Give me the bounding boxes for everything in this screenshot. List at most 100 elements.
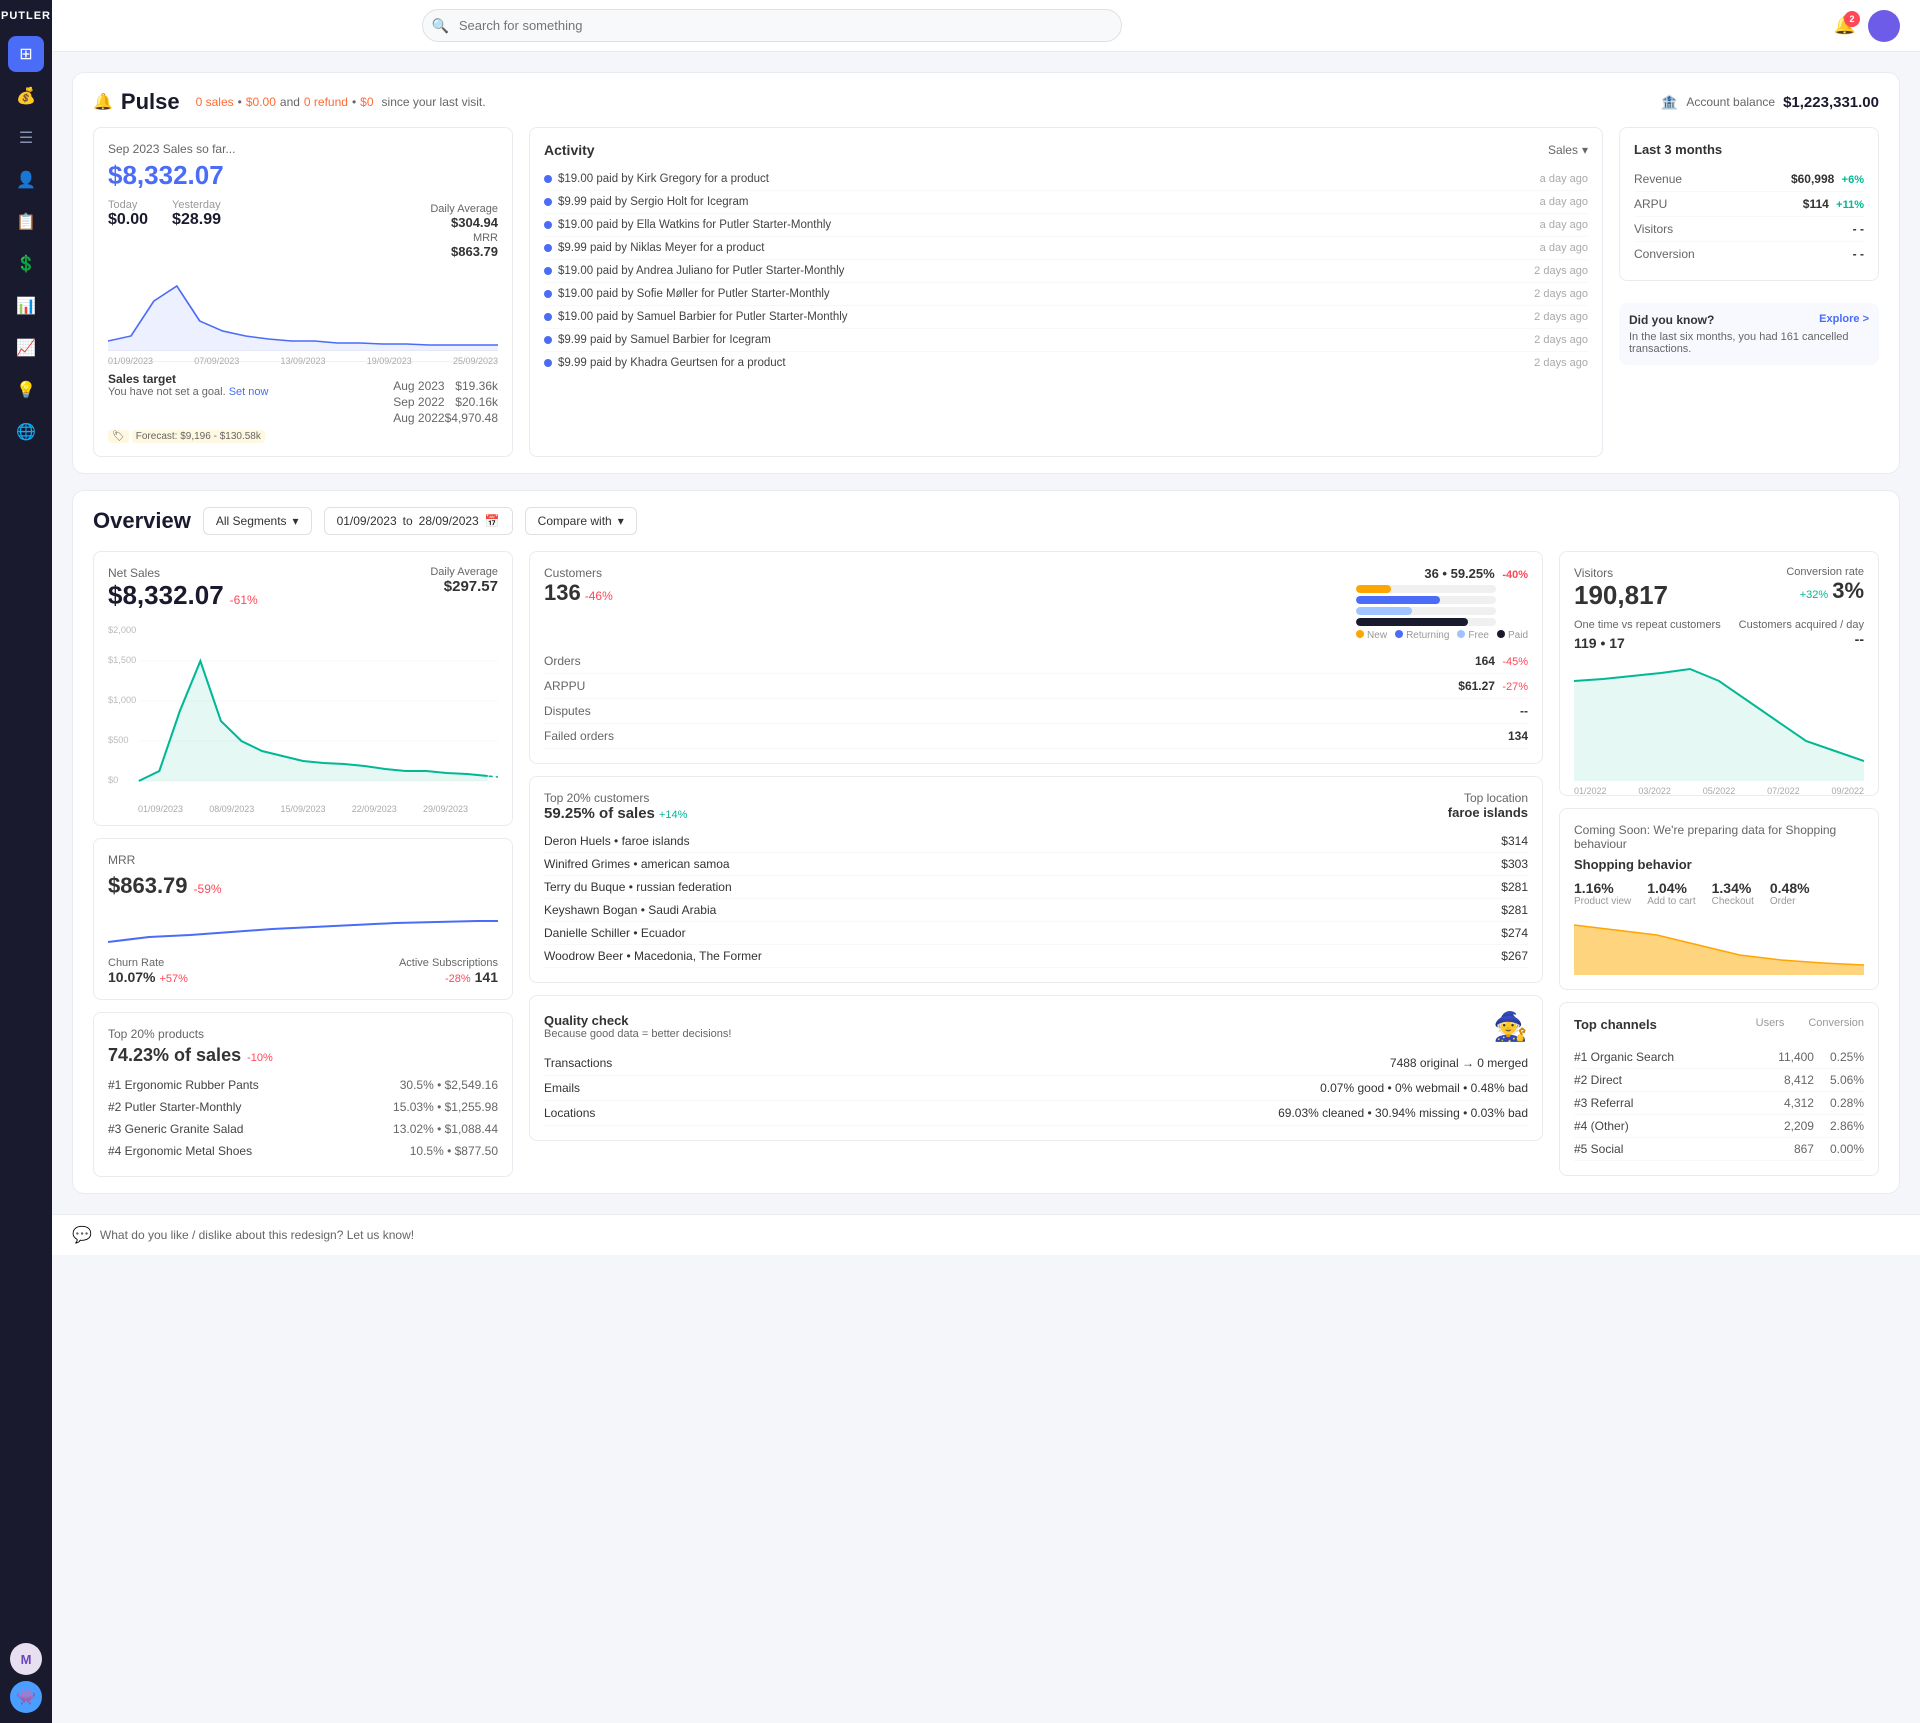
product-row: #3 Generic Granite Salad 13.02% • $1,088…	[108, 1118, 498, 1140]
shopping-metric: 1.34% Checkout	[1712, 880, 1754, 907]
set-now-link[interactable]: Set now	[229, 386, 269, 398]
customers-breakdown: 36 • 59.25% -40%	[1356, 566, 1528, 641]
sidebar-item-dashboard[interactable]: ⊞	[8, 36, 44, 72]
user-avatar-emoji[interactable]: 👾	[10, 1681, 42, 1713]
feedback-icon: 💬	[72, 1225, 92, 1245]
dyk-explore-link[interactable]: Explore >	[1819, 313, 1869, 327]
header: 🔍 🔔 2	[52, 0, 1920, 52]
svg-text:$500: $500	[108, 735, 129, 745]
pulse-sales-amount-value: $8,332.07	[108, 160, 498, 191]
sidebar-item-customers[interactable]: 👤	[8, 162, 44, 198]
mrr-change: -59%	[194, 882, 222, 896]
net-sales-title: Net Sales	[108, 566, 258, 580]
activity-dot	[544, 221, 552, 229]
search-icon: 🔍	[432, 17, 449, 34]
last3-row: Revenue $60,998 +6%	[1634, 167, 1864, 192]
pulse-sales-count: 0 sales	[196, 95, 234, 109]
sidebar-item-reports[interactable]: 📋	[8, 204, 44, 240]
net-sales-header: Net Sales $8,332.07 -61% Daily Average $…	[108, 566, 498, 611]
visitors-chart: 01/202203/202205/202207/202209/2022	[1574, 661, 1864, 781]
overview-right-col: Visitors 190,817 Conversion rate +32% 3%	[1559, 551, 1879, 1177]
overview-left-col: Net Sales $8,332.07 -61% Daily Average $…	[93, 551, 513, 1177]
net-sales-value: $8,332.07	[108, 580, 224, 611]
pulse-sales-card: Sep 2023 Sales so far... $8,332.07 Today…	[93, 127, 513, 457]
mrr-value: $863.79	[430, 244, 498, 259]
right-panel: Last 3 months Revenue $60,998 +6% ARPU $…	[1619, 127, 1879, 457]
net-sales-change: -61%	[230, 593, 258, 607]
net-sales-card: Net Sales $8,332.07 -61% Daily Average $…	[93, 551, 513, 826]
metrics-rows: Orders 164 -45% ARPPU $61.27 -2	[544, 649, 1528, 749]
visitors-chart-labels: 01/202203/202205/202207/202209/2022	[1574, 786, 1864, 796]
channel-row: #5 Social 8670.00%	[1574, 1138, 1864, 1161]
pulse-refund-amount: $0	[360, 95, 373, 109]
activity-item: $9.99 paid by Sergio Holt for Icegram a …	[544, 191, 1588, 214]
activity-title: Activity	[544, 142, 595, 158]
pulse-body: Sep 2023 Sales so far... $8,332.07 Today…	[93, 127, 1879, 457]
top-products-title: Top 20% products	[108, 1027, 204, 1041]
calendar-icon: 📅	[485, 514, 500, 528]
daily-avg-right: Daily Average $297.57	[430, 566, 498, 595]
target-rows: Aug 2023$19.36k Sep 2022$20.16k Aug 2022…	[393, 378, 498, 426]
pulse-today-stat: Today $0.00	[108, 199, 148, 259]
chevron-down-icon: ▾	[293, 514, 299, 528]
activity-item: $9.99 paid by Samuel Barbier for Icegram…	[544, 329, 1588, 352]
chevron-down-icon: ▾	[1582, 143, 1588, 157]
visitors-card: Visitors 190,817 Conversion rate +32% 3%	[1559, 551, 1879, 796]
shopping-metric: 0.48% Order	[1770, 880, 1810, 907]
shopping-behavior-title: Shopping behavior	[1574, 857, 1864, 872]
chart-x-labels: 01/09/202307/09/202313/09/202319/09/2023…	[108, 356, 498, 366]
sidebar-item-trends[interactable]: 📈	[8, 330, 44, 366]
pulse-subtitle: 0 sales • $0.00 and 0 refund • $0 since …	[196, 95, 486, 109]
sales-target-sub: You have not set a goal. Set now	[108, 386, 268, 398]
page-content: 🔔 Pulse 0 sales • $0.00 and 0 refund • $…	[52, 52, 1920, 1214]
last3months-panel: Last 3 months Revenue $60,998 +6% ARPU $…	[1619, 127, 1879, 281]
activity-dot	[544, 244, 552, 252]
target-row: Aug 2022$4,970.48	[393, 410, 498, 426]
coming-soon-text: Coming Soon: We're preparing data for Sh…	[1574, 823, 1864, 851]
yesterday-label: Yesterday	[172, 199, 221, 211]
date-range-picker[interactable]: 01/09/2023 to 28/09/2023 📅	[324, 507, 513, 535]
search-input[interactable]	[422, 9, 1122, 42]
activity-filter[interactable]: Sales ▾	[1548, 143, 1588, 157]
channel-row: #4 (Other) 2,2092.86%	[1574, 1115, 1864, 1138]
user-avatar-m[interactable]: M	[10, 1643, 42, 1675]
sales-target: Sales target You have not set a goal. Se…	[108, 361, 498, 442]
notification-button[interactable]: 🔔 2	[1834, 15, 1856, 36]
channel-row: #3 Referral 4,3120.28%	[1574, 1092, 1864, 1115]
top-cust-row: Keyshawn Bogan • Saudi Arabia $281	[544, 899, 1528, 922]
top-products-subtitle: 74.23% of sales	[108, 1045, 241, 1066]
activity-item: $19.00 paid by Andrea Juliano for Putler…	[544, 260, 1588, 283]
sidebar-item-goals[interactable]: 💡	[8, 372, 44, 408]
chart-x-labels: 01/09/202308/09/202315/09/202322/09/2023…	[108, 804, 498, 814]
compare-with-button[interactable]: Compare with ▾	[525, 507, 637, 535]
conversion-rate: Conversion rate +32% 3%	[1786, 566, 1864, 604]
sidebar-item-orders[interactable]: ☰	[8, 120, 44, 156]
sidebar-item-domains[interactable]: 🌐	[8, 414, 44, 450]
activity-item: $19.00 paid by Ella Watkins for Putler S…	[544, 214, 1588, 237]
top-customers-card: Top 20% customers 59.25% of sales +14% T…	[529, 776, 1543, 983]
top-cust-header: Top 20% customers 59.25% of sales +14% T…	[544, 791, 1528, 822]
sidebar-item-analytics[interactable]: 📊	[8, 288, 44, 324]
sales-target-title: Sales target	[108, 372, 268, 386]
channels-list: #1 Organic Search 11,4000.25% #2 Direct …	[1574, 1046, 1864, 1161]
failed-orders-metric: Failed orders 134	[544, 724, 1528, 749]
visitors-title: Visitors	[1574, 566, 1668, 580]
channel-row: #2 Direct 8,4125.06%	[1574, 1069, 1864, 1092]
daily-avg-label: Daily Average	[430, 203, 498, 215]
account-balance-label: Account balance	[1686, 95, 1775, 109]
sidebar-item-payouts[interactable]: 💲	[8, 246, 44, 282]
overview-title: Overview	[93, 508, 191, 534]
segment-select[interactable]: All Segments ▾	[203, 507, 312, 535]
quality-check-card: Quality check Because good data = better…	[529, 995, 1543, 1141]
pulse-mini-chart: 01/09/202307/09/202313/09/202319/09/2023…	[108, 271, 498, 351]
activity-dot	[544, 359, 552, 367]
svg-text:$2,000: $2,000	[108, 625, 136, 635]
user-avatar-header[interactable]	[1868, 10, 1900, 42]
quality-row: Transactions 7488 original → 0 merged	[544, 1051, 1528, 1076]
activity-dot	[544, 198, 552, 206]
one-time-repeat: One time vs repeat customers 119 • 17	[1574, 619, 1721, 651]
activity-item: $9.99 paid by Khadra Geurtsen for a prod…	[544, 352, 1588, 374]
orders-metric: Orders 164 -45%	[544, 649, 1528, 674]
sidebar-item-revenue[interactable]: 💰	[8, 78, 44, 114]
customers-top: Customers 136 -46% 36 • 59.25% -40%	[544, 566, 1528, 641]
